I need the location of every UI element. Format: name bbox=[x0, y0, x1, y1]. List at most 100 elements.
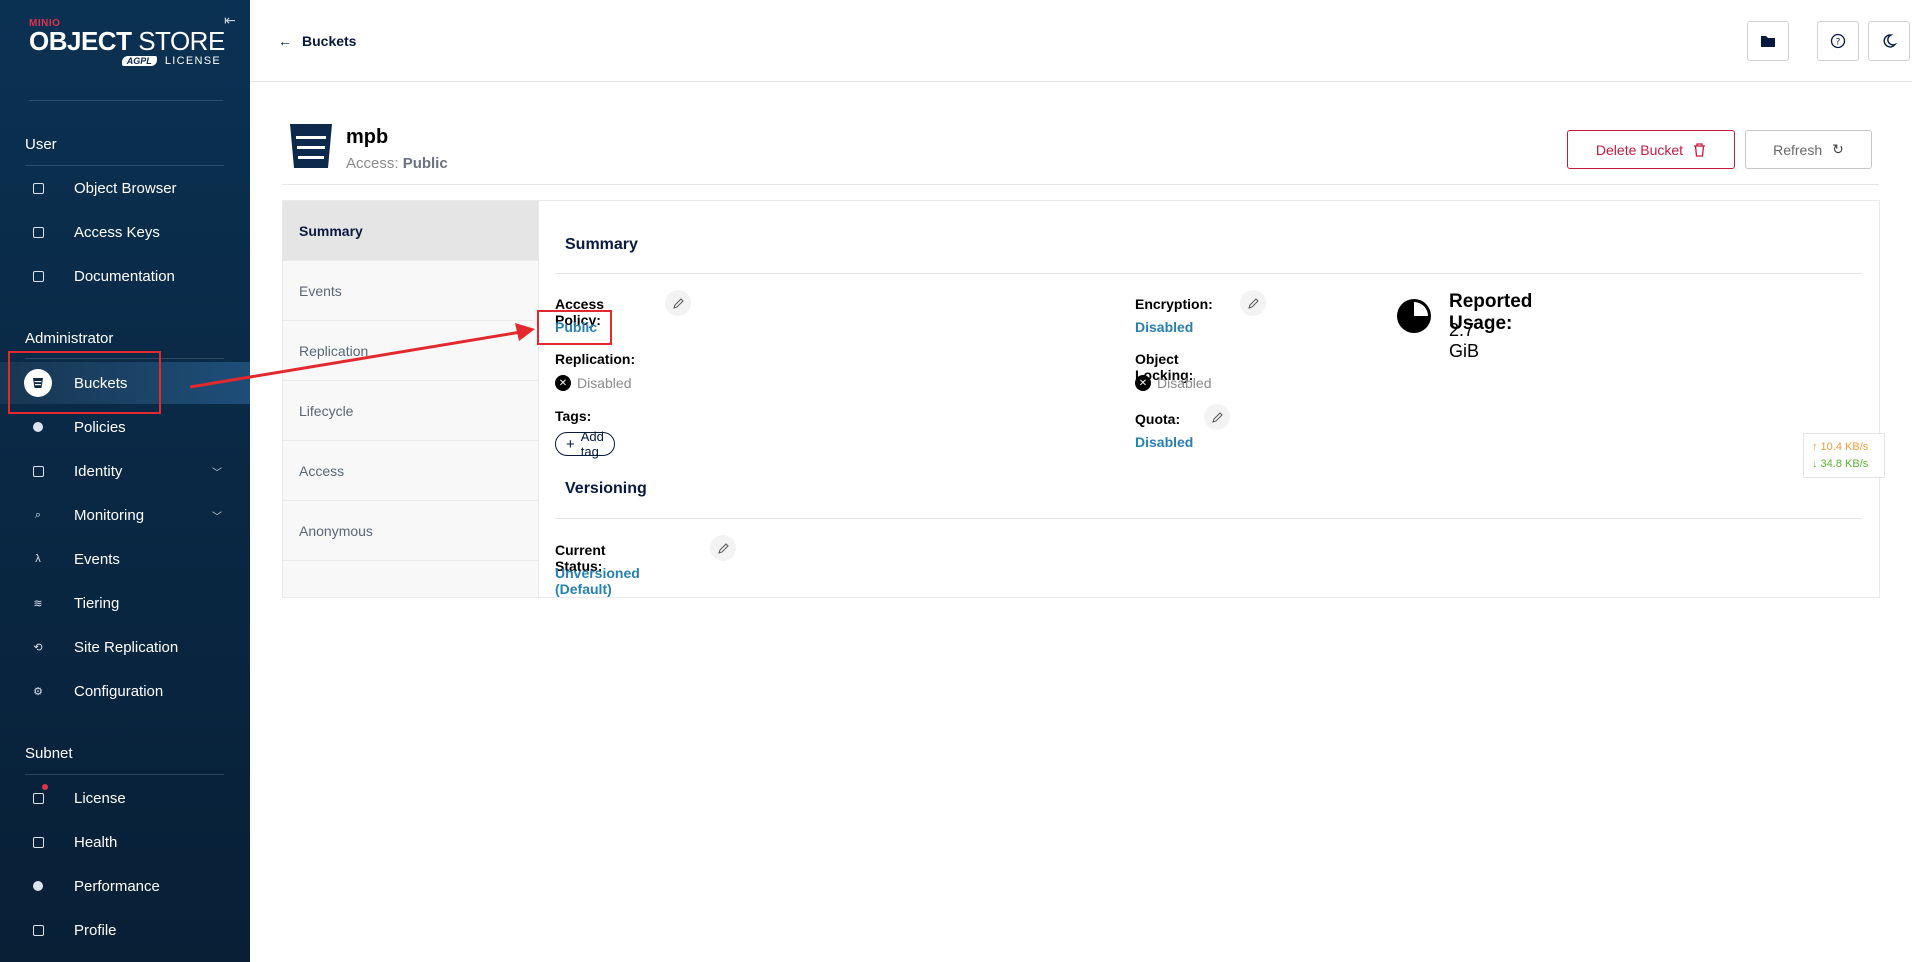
sidebar-item-performance[interactable]: Performance bbox=[0, 868, 250, 904]
sidebar-item-object-browser[interactable]: Object Browser bbox=[0, 170, 250, 206]
profile-icon bbox=[31, 923, 45, 937]
divider bbox=[555, 518, 1862, 519]
sidebar-item-label: Identity bbox=[74, 462, 123, 480]
replication-label: Replication: bbox=[555, 351, 636, 367]
quota-value[interactable]: Disabled bbox=[1135, 434, 1193, 450]
bucket-access: Access: Public bbox=[346, 155, 448, 172]
object-browser-icon bbox=[31, 181, 45, 195]
encryption-value[interactable]: Disabled bbox=[1135, 319, 1193, 335]
pencil-icon bbox=[717, 542, 729, 554]
sidebar-item-profile[interactable]: Profile bbox=[0, 912, 250, 948]
close-circle-icon: ✕ bbox=[1135, 375, 1151, 391]
lambda-icon: λ bbox=[35, 553, 41, 565]
quota-label: Quota: bbox=[1135, 411, 1181, 427]
bucket-details-panel: Summary Events Replication Lifecycle Acc… bbox=[282, 200, 1880, 598]
replication-value: ✕ Disabled bbox=[555, 375, 631, 391]
sidebar-item-documentation[interactable]: Documentation bbox=[0, 258, 250, 294]
product-name: OBJECT STORE bbox=[29, 26, 225, 56]
refresh-icon: ↻ bbox=[1832, 141, 1844, 157]
back-label: Buckets bbox=[302, 33, 357, 49]
sidebar-item-access-keys[interactable]: Access Keys bbox=[0, 214, 250, 250]
divider bbox=[29, 100, 223, 101]
arrow-left-icon: ← bbox=[278, 33, 292, 49]
sidebar-item-site-replication[interactable]: ⟲ Site Replication bbox=[0, 629, 250, 665]
sidebar-item-label: Configuration bbox=[74, 682, 164, 700]
moon-icon bbox=[1883, 34, 1897, 48]
section-user: User bbox=[25, 136, 57, 153]
plus-icon: + bbox=[566, 435, 575, 453]
sidebar-item-license[interactable]: License bbox=[0, 780, 250, 816]
sidebar-item-monitoring[interactable]: ⌕ Monitoring ﹀ bbox=[0, 497, 250, 533]
top-bar: ← Buckets ? bbox=[250, 0, 1912, 82]
delete-bucket-button[interactable]: Delete Bucket bbox=[1567, 130, 1735, 169]
usage-pie-icon bbox=[1397, 299, 1431, 333]
collapse-sidebar-icon[interactable]: ⇤ bbox=[224, 12, 236, 29]
bucket-icon bbox=[290, 124, 332, 168]
pencil-icon bbox=[1211, 411, 1223, 423]
monitoring-icon: ⌕ bbox=[34, 508, 42, 521]
network-speed-widget: ↑ 10.4 KB/s ↓ 34.8 KB/s bbox=[1803, 433, 1885, 478]
documentation-icon bbox=[31, 269, 45, 283]
edit-access-policy-button[interactable] bbox=[665, 290, 691, 316]
section-administrator: Administrator bbox=[25, 330, 114, 347]
sidebar-item-events[interactable]: λ Events bbox=[0, 541, 250, 577]
sidebar-item-label: Monitoring bbox=[74, 506, 145, 524]
object-locking-value: ✕ Disabled bbox=[1135, 375, 1211, 391]
sidebar-item-health[interactable]: Health bbox=[0, 824, 250, 860]
folder-icon bbox=[1761, 36, 1775, 47]
delete-bucket-label: Delete Bucket bbox=[1595, 141, 1684, 158]
chevron-down-icon[interactable]: ﹀ bbox=[212, 508, 222, 523]
sidebar-item-label: Events bbox=[74, 550, 120, 568]
help-icon: ? bbox=[1830, 33, 1846, 49]
sidebar-item-tiering[interactable]: ≋ Tiering bbox=[0, 585, 250, 621]
tiering-icon: ≋ bbox=[33, 597, 43, 610]
minio-logo: MINIO OBJECT STORE AGPL LICENSE bbox=[29, 18, 225, 67]
performance-icon bbox=[31, 879, 45, 893]
back-to-buckets-link[interactable]: ← Buckets bbox=[278, 33, 356, 49]
bucket-name: mpb bbox=[346, 126, 389, 148]
sidebar-item-label: Tiering bbox=[74, 594, 120, 612]
svg-text:?: ? bbox=[1836, 38, 1841, 48]
sidebar-item-identity[interactable]: Identity ﹀ bbox=[0, 453, 250, 489]
edit-encryption-button[interactable] bbox=[1240, 290, 1266, 316]
section-subnet: Subnet bbox=[25, 745, 73, 762]
add-tag-button[interactable]: + Add tag bbox=[555, 429, 615, 459]
shield-icon bbox=[31, 420, 45, 434]
highlight-box-public bbox=[537, 310, 612, 345]
sidebar-item-configuration[interactable]: ⚙ Configuration bbox=[0, 673, 250, 709]
gear-icon: ⚙ bbox=[33, 685, 43, 698]
annotation-arrow bbox=[189, 323, 535, 389]
dark-mode-button[interactable] bbox=[1868, 21, 1910, 61]
upload-speed: ↑ 10.4 KB/s bbox=[1812, 441, 1869, 453]
pencil-icon bbox=[1247, 297, 1259, 309]
trash-icon bbox=[1694, 142, 1706, 157]
bucket-tabs: Summary Events Replication Lifecycle Acc… bbox=[283, 201, 539, 597]
replication-icon: ⟲ bbox=[33, 641, 43, 654]
edit-quota-button[interactable] bbox=[1204, 404, 1230, 430]
folder-button[interactable] bbox=[1747, 21, 1789, 61]
tab-events[interactable]: Events bbox=[283, 261, 538, 321]
tab-access[interactable]: Access bbox=[283, 441, 538, 501]
sidebar-item-policies[interactable]: Policies bbox=[0, 409, 250, 445]
edit-versioning-button[interactable] bbox=[710, 535, 736, 561]
divider bbox=[25, 774, 224, 775]
sidebar-item-label: Documentation bbox=[74, 267, 175, 285]
divider bbox=[282, 184, 1879, 185]
help-button[interactable]: ? bbox=[1817, 21, 1859, 61]
versioning-title: Versioning bbox=[565, 480, 647, 497]
tab-summary[interactable]: Summary bbox=[283, 201, 538, 261]
sidebar-item-label: Policies bbox=[74, 418, 126, 436]
access-keys-icon bbox=[31, 225, 45, 239]
encryption-label: Encryption: bbox=[1135, 296, 1213, 312]
close-circle-icon: ✕ bbox=[555, 375, 571, 391]
refresh-label: Refresh bbox=[1773, 141, 1823, 158]
sidebar: MINIO OBJECT STORE AGPL LICENSE ⇤ User O… bbox=[0, 0, 250, 962]
refresh-button[interactable]: Refresh ↻ bbox=[1745, 130, 1872, 169]
versioning-status-value[interactable]: Unversioned (Default) bbox=[555, 565, 640, 597]
identity-icon bbox=[31, 464, 45, 478]
sidebar-item-label: Object Browser bbox=[74, 179, 177, 197]
sidebar-item-label: Health bbox=[74, 833, 118, 851]
pencil-icon bbox=[672, 297, 684, 309]
tab-anonymous[interactable]: Anonymous bbox=[283, 501, 538, 561]
chevron-down-icon[interactable]: ﹀ bbox=[212, 464, 222, 479]
